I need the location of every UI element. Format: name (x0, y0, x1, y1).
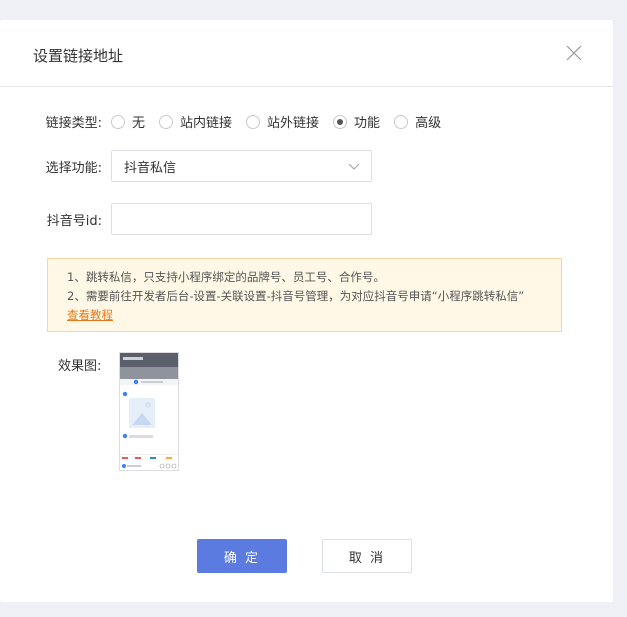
function-row: 选择功能: 抖音私信 (0, 150, 372, 182)
radio-internal-link-label: 站内链接 (180, 116, 233, 131)
radio-none-dot[interactable] (111, 114, 125, 129)
chevron-down-icon (348, 163, 360, 170)
douyin-id-label: 抖音号id: (46, 213, 102, 229)
link-type-row: 链接类型: 无 站内链接 站外链接 功能 高级 (0, 112, 455, 131)
view-tutorial-link[interactable]: 查看教程 (67, 308, 113, 322)
dialog-title: 设置链接地址 (33, 47, 124, 65)
confirm-button[interactable]: 确 定 (197, 539, 287, 573)
radio-advanced[interactable]: 高级 (394, 112, 441, 131)
douyin-id-input[interactable] (111, 203, 372, 235)
radio-internal-link-dot[interactable] (159, 114, 174, 129)
radio-function-label: 功能 (354, 116, 381, 131)
radio-none[interactable]: 无 (111, 112, 145, 131)
link-type-radio-group: 无 站内链接 站外链接 功能 高级 (111, 112, 455, 131)
close-icon[interactable] (565, 44, 583, 62)
link-settings-dialog: 设置链接地址 链接类型: 无 站内链接 站外链接 功能 高级 选择功能: 抖音私… (0, 20, 613, 602)
douyin-id-row: 抖音号id: (0, 203, 372, 235)
radio-none-label: 无 (132, 116, 146, 131)
function-select[interactable]: 抖音私信 (111, 150, 372, 182)
notice-line-1: 1、跳转私信，只支持小程序绑定的品牌号、员工号、合作号。 (67, 270, 385, 284)
link-type-label: 链接类型: (45, 116, 102, 131)
function-label: 选择功能: (45, 160, 102, 176)
radio-external-link[interactable]: 站外链接 (246, 112, 319, 131)
notice-line-2: 2、需要前往开发者后台-设置-关联设置-抖音号管理，为对应抖音号申请“小程序跳转… (67, 289, 525, 303)
radio-external-link-dot[interactable] (246, 114, 261, 129)
radio-function-dot[interactable] (333, 114, 348, 129)
function-select-value: 抖音私信 (124, 160, 177, 176)
notice-box: 1、跳转私信，只支持小程序绑定的品牌号、员工号、合作号。 2、需要前往开发者后台… (47, 258, 562, 332)
cancel-button[interactable]: 取 消 (322, 539, 412, 573)
radio-function[interactable]: 功能 (333, 112, 380, 131)
preview-label: 效果图: (58, 359, 102, 374)
radio-external-link-label: 站外链接 (267, 116, 320, 131)
radio-internal-link[interactable]: 站内链接 (159, 112, 232, 131)
radio-advanced-label: 高级 (415, 116, 442, 131)
preview-mockup-graphic (120, 353, 178, 469)
dialog-header: 设置链接地址 (0, 20, 613, 87)
radio-advanced-dot[interactable] (394, 114, 409, 129)
preview-image (119, 352, 179, 471)
